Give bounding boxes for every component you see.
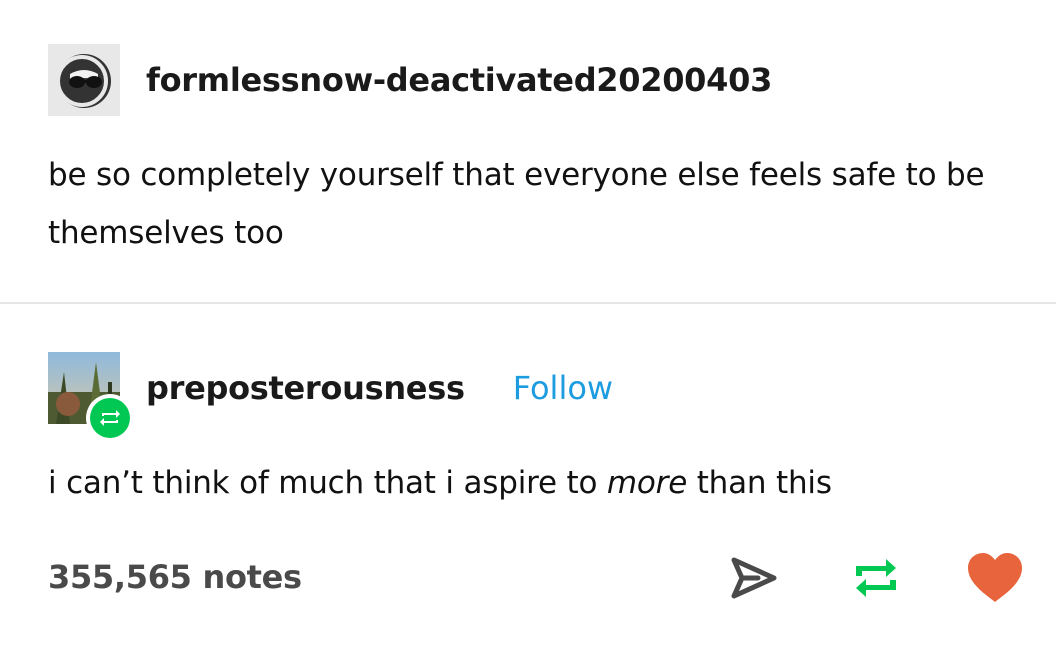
reblog-icon xyxy=(856,559,896,597)
reblog-text: i can’t think of much that i aspire to m… xyxy=(48,454,1038,512)
sunglasses-face-icon xyxy=(56,54,111,108)
reblog-text-before: i can’t think of much that i aspire to xyxy=(48,465,607,501)
original-post-text: be so completely yourself that everyone … xyxy=(48,146,1038,262)
reblog-icon xyxy=(100,410,120,426)
reblog-username[interactable]: preposterousness xyxy=(146,369,465,407)
avatar[interactable] xyxy=(48,352,134,442)
original-post-header: formlessnow-deactivated20200403 xyxy=(48,44,772,116)
reblog-text-after: than this xyxy=(687,465,832,501)
share-button[interactable] xyxy=(728,552,780,608)
post-divider xyxy=(0,302,1056,304)
reblog-header: preposterousness Follow xyxy=(48,352,613,442)
like-button[interactable] xyxy=(966,552,1024,608)
reblog-text-emphasis: more xyxy=(606,465,688,501)
original-post-username[interactable]: formlessnow-deactivated20200403 xyxy=(146,61,772,99)
avatar[interactable] xyxy=(48,44,120,116)
heart-icon xyxy=(968,553,1022,602)
reblog-badge xyxy=(86,394,134,442)
notes-count[interactable]: 355,565 notes xyxy=(48,558,302,596)
follow-button[interactable]: Follow xyxy=(513,369,613,407)
send-icon xyxy=(731,557,777,599)
original-post-body: be so completely yourself that everyone … xyxy=(48,157,985,251)
reblog-button[interactable] xyxy=(850,554,902,606)
